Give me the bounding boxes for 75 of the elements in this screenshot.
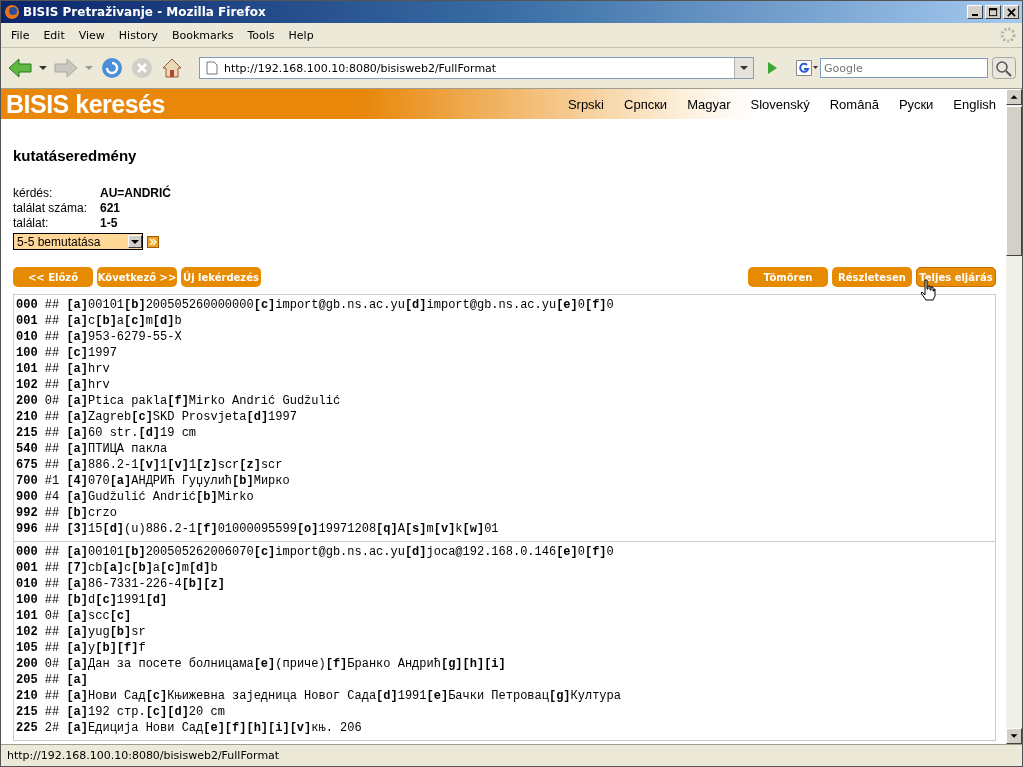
record-field: 000 ## [a]00101[b]200505260000000[c]import@gb.ns.ac.yu[d]import@gb.ns.ac.yu[e]0[f]0 — [15, 297, 995, 313]
info-label: kérdés: — [13, 186, 54, 201]
record-field: 215 ## [a]60 str.[d]19 cm — [15, 425, 995, 441]
scroll-up-button[interactable] — [1006, 89, 1022, 105]
back-arrow-icon[interactable] — [7, 56, 33, 80]
caret-icon — [131, 239, 139, 244]
language-link[interactable]: Română — [829, 96, 879, 112]
record-field: 200 0# [a]Дан за посете болницама[e](приче)[f]Бранко Андрић[g][h][i] — [15, 656, 995, 672]
search-field[interactable]: Google — [820, 58, 988, 78]
globe-icon — [4, 4, 20, 20]
record-field: 992 ## [b]crzo — [15, 505, 995, 521]
language-link[interactable]: Српски — [624, 96, 668, 112]
window-title: BISIS Pretraživanje - Mozilla Firefox — [23, 5, 267, 19]
record-field: 205 ## [a] — [15, 672, 995, 688]
record-field: 101 0# [a]scc[c] — [15, 608, 995, 624]
minimize-button[interactable] — [967, 5, 983, 19]
menu-item[interactable]: File — [5, 26, 36, 44]
menu-item[interactable]: Edit — [37, 26, 71, 44]
menu-item[interactable]: History — [112, 26, 164, 44]
address-field[interactable]: http://192.168.100.10:8080/bisisweb2/FullFormat — [199, 57, 754, 79]
scroll-thumb[interactable] — [1006, 106, 1022, 256]
record-field: 102 ## [a]hrv — [15, 377, 995, 393]
close-button[interactable] — [1003, 5, 1019, 19]
menu-item[interactable]: View — [72, 26, 111, 44]
record-field: 900 #4 [a]Gudžulić Andrić[b]Mirko — [15, 489, 995, 505]
status-text: http://192.168.100.10:8080/bisisweb2/FullFormat — [7, 749, 280, 762]
language-link[interactable]: Руски — [898, 96, 934, 112]
search-engine-icon[interactable] — [796, 60, 818, 76]
record-field: 000 ## [a]00101[b]200505262006070[c]import@gb.ns.ac.yu[d]joca@192.168.0.146[e]0[f]0 — [15, 544, 995, 560]
record-field: 675 ## [a]886.2-1[v]1[v]1[z]scr[z]scr — [15, 457, 995, 473]
record-field: 010 ## [a]953-6279-55-X — [15, 329, 995, 345]
page-heading: kutatáseredmény — [13, 147, 138, 164]
record-field: 105 ## [a]y[b][f]f — [15, 640, 995, 656]
record-field: 100 ## [c]1997 — [15, 345, 995, 361]
record-field: 200 0# [a]Ptica pakla[f]Mirko Andrić Gudžulić — [15, 393, 995, 409]
record-field: 215 ## [a]192 стр.[c][d]20 cm — [15, 704, 995, 720]
record-field: 001 ## [a]c[b]a[c]m[d]b — [15, 313, 995, 329]
page-icon — [206, 61, 218, 75]
record-field: 540 ## [a]ПТИЦА пакла — [15, 441, 995, 457]
record-field: 101 ## [a]hrv — [15, 361, 995, 377]
menu-item[interactable]: Help — [282, 26, 320, 44]
language-link[interactable]: English — [953, 96, 996, 112]
site-logo: BISIS keresés — [6, 89, 165, 119]
info-value: AU=ANDRIĆ — [100, 186, 171, 201]
dropdown-icon[interactable] — [734, 58, 753, 78]
record-field: 102 ## [a]yug[b]sr — [15, 624, 995, 640]
info-value: 1-5 — [100, 216, 119, 231]
info-label: találat: — [13, 216, 50, 231]
search-icon[interactable] — [992, 57, 1016, 79]
record-field: 001 ## [7]cb[a]c[b]a[c]m[d]b — [15, 560, 995, 576]
close-icon — [1006, 7, 1016, 17]
maximize-button[interactable] — [985, 5, 1001, 19]
throbber-icon — [1000, 27, 1016, 43]
dropdown-icon[interactable] — [39, 66, 47, 70]
range-select[interactable]: 5-5 bemutatása — [13, 233, 143, 250]
menu-item[interactable]: Tools — [241, 26, 281, 44]
record-field: 996 ## [3]15[d](u)886.2-1[f]01000095599[o]19971208[q]A[s]m[v]k[w]01 — [15, 521, 995, 537]
record-field: 100 ## [b]d[c]1991[d] — [15, 592, 995, 608]
record-field: 010 ## [a]86-7331-226-4[b][z] — [15, 576, 995, 592]
info-value: 621 — [100, 201, 122, 216]
scroll-down-button[interactable] — [1006, 728, 1022, 744]
record-field: 700 #1 [4]070[a]АНДРИЋ Гуџулић[b]Мирко — [15, 473, 995, 489]
info-label: találat száma: — [13, 201, 89, 216]
record-field: 210 ## [a]Нови Сад[c]Књижевна заједница Новог Сада[d]1991[e]Бачки Петровац[g]Култура — [15, 688, 995, 704]
record-field: 210 ## [a]Zagreb[c]SKD Prosvjeta[d]1997 — [15, 409, 995, 425]
reload-icon[interactable] — [99, 56, 125, 80]
menu-item[interactable]: Bookmarks — [166, 26, 240, 44]
language-link[interactable]: Slovenský — [750, 96, 810, 112]
double-chevron-icon[interactable] — [147, 235, 159, 248]
scrollbar[interactable] — [1006, 89, 1022, 744]
maximize-icon — [988, 7, 998, 17]
record-field: 225 2# [a]Едиција Нови Сад[e][f][h][i][v]књ. 206 — [15, 720, 995, 736]
language-link[interactable]: Srpski — [567, 96, 604, 112]
language-link[interactable]: Magyar — [687, 96, 731, 112]
minimize-icon — [972, 13, 978, 16]
